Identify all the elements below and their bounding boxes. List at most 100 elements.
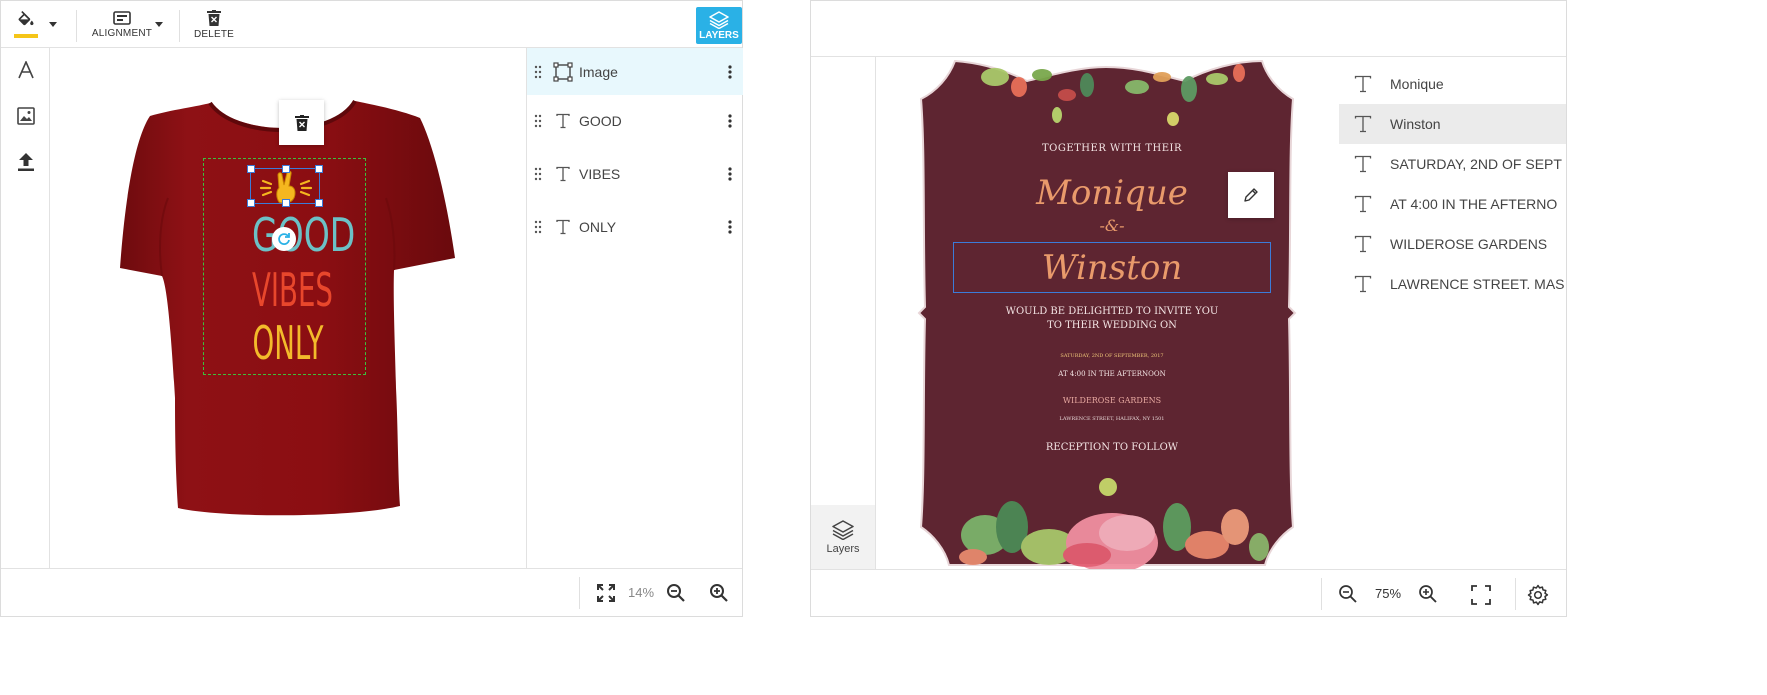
layer-row-venue[interactable]: WILDEROSE GARDENS — [1339, 224, 1566, 264]
layers-button[interactable]: LAYERS — [696, 7, 742, 44]
invitation-reception[interactable]: RECEPTION TO FOLLOW — [932, 442, 1292, 453]
more-options-icon[interactable] — [717, 64, 743, 79]
alignment-button[interactable]: ALIGNMENT — [87, 1, 157, 48]
invitation-canvas[interactable]: TOGETHER WITH THEIR Monique -&- Winston … — [877, 57, 1338, 569]
image-layer-icon — [551, 61, 575, 82]
add-image-button[interactable] — [1, 96, 50, 136]
layer-label: Monique — [1390, 76, 1444, 92]
invitation-time[interactable]: AT 4:00 IN THE AFTERNOON — [932, 370, 1292, 378]
footer-divider — [579, 577, 580, 609]
text-tool-icon — [17, 61, 34, 79]
fullscreen-button[interactable] — [1470, 584, 1492, 606]
delete-button[interactable]: DELETE — [191, 1, 237, 48]
zoom-in-icon — [1419, 585, 1437, 603]
rotate-icon — [278, 233, 290, 245]
more-options-icon[interactable] — [717, 219, 743, 234]
layer-row-winston[interactable]: Winston — [1339, 104, 1566, 144]
delete-icon — [294, 114, 309, 131]
design-line-vibes[interactable]: VIBES — [252, 263, 333, 317]
fill-color-button[interactable] — [9, 1, 43, 48]
zoom-out-button[interactable] — [666, 583, 686, 603]
resize-handle[interactable] — [315, 165, 323, 173]
layer-label: AT 4:00 IN THE AFTERNO — [1390, 196, 1558, 212]
invitation-together[interactable]: TOGETHER WITH THEIR — [932, 143, 1292, 154]
layer-label: WILDEROSE GARDENS — [1390, 236, 1548, 252]
trash-icon — [207, 9, 221, 26]
peace-emoji-image[interactable] — [247, 165, 323, 207]
zoom-out-icon — [667, 584, 685, 602]
layer-row-monique[interactable]: Monique — [1339, 64, 1566, 104]
layers-rail-label: Layers — [826, 542, 860, 555]
layer-row-vibes[interactable]: VIBES — [527, 150, 743, 197]
more-options-icon[interactable] — [717, 166, 743, 181]
settings-button[interactable] — [1526, 583, 1550, 607]
zoom-level: 75% — [1375, 586, 1402, 601]
layer-label: SATURDAY, 2ND OF SEPT — [1390, 156, 1562, 172]
alignment-icon — [113, 10, 131, 25]
invitation-name2[interactable]: Winston — [932, 248, 1292, 288]
layer-row-address[interactable]: LAWRENCE STREET. MAS — [1339, 264, 1566, 304]
resize-handle[interactable] — [282, 165, 290, 173]
delete-selection-button[interactable] — [279, 100, 324, 145]
fill-color-swatch — [14, 34, 38, 38]
layer-label: Image — [579, 63, 618, 80]
pencil-icon — [1244, 188, 1258, 202]
zoom-out-button[interactable] — [1338, 584, 1358, 604]
text-layer-icon — [1339, 115, 1387, 133]
layer-row-time[interactable]: AT 4:00 IN THE AFTERNO — [1339, 184, 1566, 224]
toolbar: ALIGNMENT DELETE LAYERS — [1, 1, 742, 48]
text-layer-icon — [1339, 235, 1387, 253]
fill-dropdown-caret[interactable] — [49, 22, 57, 27]
layer-label: Winston — [1390, 116, 1441, 132]
zoom-in-button[interactable] — [709, 583, 729, 603]
invitation-venue[interactable]: WILDEROSE GARDENS — [932, 396, 1292, 405]
fit-to-screen-button[interactable] — [596, 583, 618, 605]
layer-label: ONLY — [579, 218, 617, 235]
tshirt-editor: ALIGNMENT DELETE LAYERS GOOD VIBES ONLY … — [0, 0, 743, 617]
layers-panel: Image GOOD VIBES ONLY — [526, 48, 743, 568]
design-canvas[interactable]: GOOD VIBES ONLY — [50, 48, 526, 568]
layer-row-good[interactable]: GOOD — [527, 97, 743, 144]
layers-label: LAYERS — [699, 29, 739, 41]
text-layer-icon — [1339, 75, 1387, 93]
layer-label: LAWRENCE STREET. MAS — [1390, 276, 1565, 292]
side-toolbar — [1, 48, 50, 568]
upload-button[interactable] — [1, 142, 50, 182]
footer-bar: 75% — [811, 569, 1566, 616]
layer-row-image[interactable]: Image — [527, 48, 743, 95]
text-layer-icon — [551, 219, 575, 235]
alignment-label: ALIGNMENT — [91, 27, 153, 39]
rotate-handle[interactable] — [272, 227, 296, 251]
left-rail: Layers — [811, 57, 876, 569]
layer-row-only[interactable]: ONLY — [527, 203, 743, 250]
alignment-dropdown-caret[interactable] — [155, 22, 163, 27]
drag-handle-icon[interactable] — [527, 220, 549, 234]
layer-label: VIBES — [579, 165, 621, 182]
invitation-ampersand[interactable]: -&- — [932, 217, 1292, 235]
design-line-only[interactable]: ONLY — [252, 316, 324, 370]
layer-row-date[interactable]: SATURDAY, 2ND OF SEPT — [1339, 144, 1566, 184]
resize-handle[interactable] — [315, 199, 323, 207]
more-options-icon[interactable] — [717, 113, 743, 128]
invitation-invite-line1[interactable]: WOULD BE DELIGHTED TO INVITE YOU — [932, 306, 1292, 317]
image-tool-icon — [16, 107, 35, 125]
drag-handle-icon[interactable] — [527, 114, 549, 128]
add-text-button[interactable] — [1, 50, 50, 90]
drag-handle-icon[interactable] — [527, 167, 549, 181]
invitation-editor: Layers TOGETHER WITH THEIR Monique -&- W… — [810, 0, 1567, 617]
resize-handle[interactable] — [282, 199, 290, 207]
edit-text-button[interactable] — [1228, 172, 1274, 218]
text-layer-icon — [1339, 155, 1387, 173]
resize-handle[interactable] — [247, 199, 255, 207]
zoom-in-icon — [710, 584, 728, 602]
drag-handle-icon[interactable] — [527, 65, 549, 79]
zoom-in-button[interactable] — [1418, 584, 1438, 604]
zoom-level: 14% — [628, 585, 655, 600]
fit-screen-icon — [597, 584, 615, 602]
resize-handle[interactable] — [247, 165, 255, 173]
invitation-date[interactable]: SATURDAY, 2ND OF SEPTEMBER, 2017 — [932, 353, 1292, 359]
invitation-address[interactable]: LAWRENCE STREET, HALIFAX, NY 1501 — [932, 416, 1292, 422]
invitation-invite-line2[interactable]: TO THEIR WEDDING ON — [932, 320, 1292, 331]
fullscreen-icon — [1471, 585, 1491, 605]
layers-rail-button[interactable]: Layers — [811, 505, 875, 569]
